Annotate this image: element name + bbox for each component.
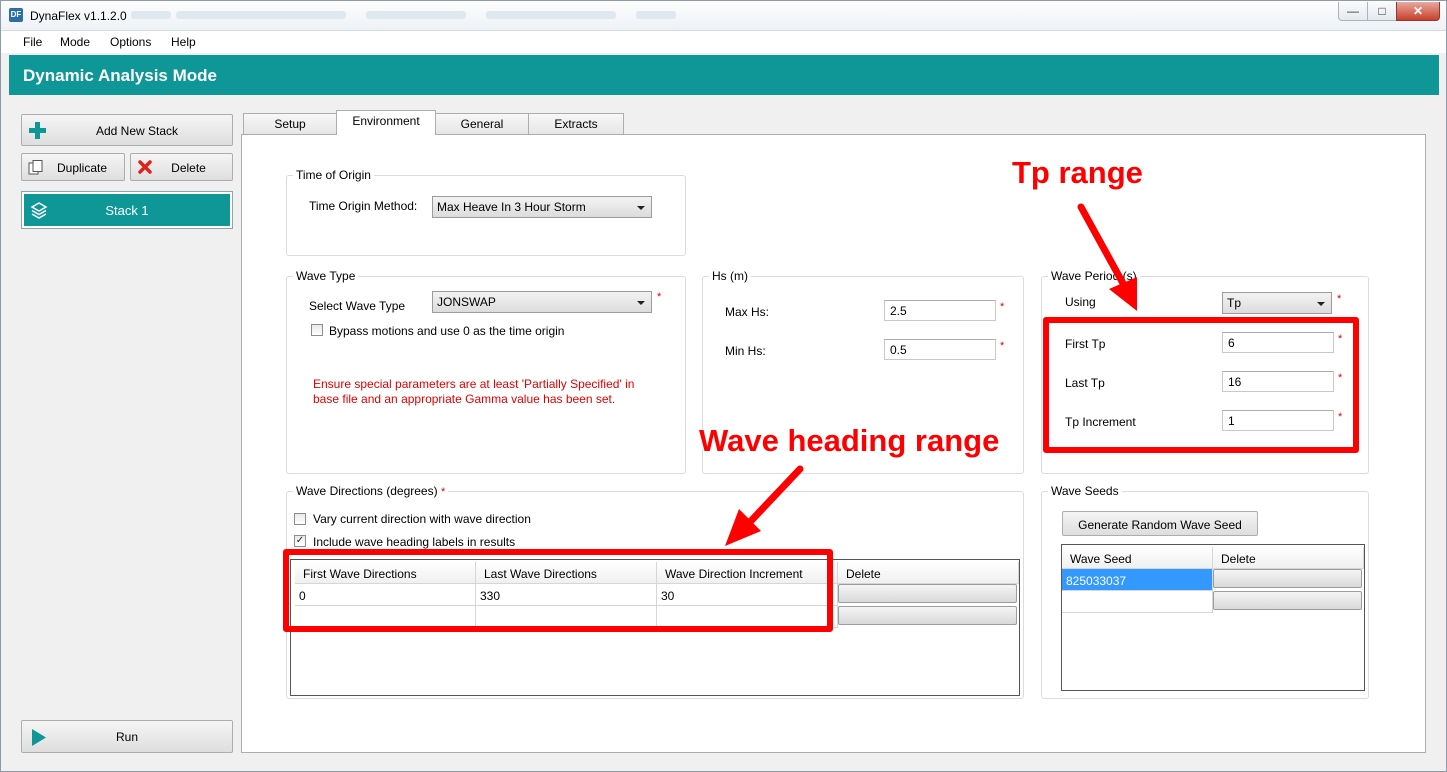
required-mark: * [657,291,662,303]
dropdown-arrow-icon [637,301,645,305]
using-label: Using [1065,295,1096,309]
wave-directions-title: Wave Directions (degrees) * [293,484,449,498]
required-mark: * [1000,301,1005,313]
minimize-icon: — [1347,4,1359,18]
required-mark: * [1000,340,1005,352]
delete-seed-button[interactable] [1213,591,1362,610]
dropdown-arrow-icon [1317,302,1325,306]
checkbox-check-icon: ✓ [295,535,305,546]
wave-seeds-title: Wave Seeds [1048,484,1122,498]
tab-environment[interactable]: Environment [336,110,436,135]
menu-help[interactable]: Help [171,35,196,49]
max-hs-input[interactable]: 2.5 [884,300,996,321]
stack-item-stack-1[interactable]: Stack 1 [24,194,230,226]
background-title-ghost [131,11,171,19]
close-icon: ✕ [1412,4,1424,18]
stack-item-label: Stack 1 [105,203,149,218]
hs-title: Hs (m) [709,269,751,283]
time-origin-method-label: Time Origin Method: [309,199,418,213]
add-new-stack-button[interactable]: Add New Stack [21,114,233,146]
wave-heading-highlight-box [283,549,833,632]
run-button[interactable]: Run [21,720,233,753]
bypass-motions-checkbox[interactable] [311,324,323,336]
select-wave-type-label: Select Wave Type [309,299,406,313]
duplicate-label: Duplicate [56,161,108,175]
vary-current-direction-label: Vary current direction with wave directi… [313,512,531,526]
include-heading-labels-label: Include wave heading labels in results [313,535,516,549]
column-header: Wave Seed [1062,547,1213,569]
wave-type-value: JONSWAP [437,295,496,309]
required-mark: * [440,486,446,498]
menu-options[interactable]: Options [110,35,151,49]
add-new-stack-label: Add New Stack [95,124,179,138]
bypass-motions-label: Bypass motions and use 0 as the time ori… [329,324,565,338]
maximize-icon: □ [1378,4,1386,18]
wave-seeds-group: Wave Seeds Generate Random Wave Seed Wav… [1041,484,1369,699]
tp-range-annotation: Tp range [1012,155,1143,190]
delete-stack-button[interactable]: Delete [130,153,233,181]
using-value: Tp [1227,296,1242,310]
window-title: DynaFlex v1.1.2.0 [30,9,127,23]
delete-seed-button[interactable] [1213,569,1362,588]
wave-type-title: Wave Type [293,269,359,283]
background-title-ghost [486,11,616,19]
delete-stack-label: Delete [171,161,206,175]
run-label: Run [115,730,138,744]
time-of-origin-title: Time of Origin [293,168,374,182]
mode-title: Dynamic Analysis Mode [23,66,217,85]
min-hs-label: Min Hs: [725,344,766,358]
warning-line-1: Ensure special parameters are at least '… [313,377,635,391]
wave-seed-cell[interactable]: 825033037 [1062,569,1213,591]
wave-type-group: Wave Type Select Wave Type JONSWAP * Byp… [286,269,686,474]
column-header: Delete [838,562,1019,584]
tab-general[interactable]: General [435,113,529,135]
delete-row-button[interactable] [838,606,1017,625]
tab-extracts[interactable]: Extracts [528,113,624,135]
background-title-ghost [636,11,676,19]
generate-random-wave-seed-button[interactable]: Generate Random Wave Seed [1062,511,1258,536]
title-bar: DF DynaFlex v1.1.2.0 — □ ✕ [1,1,1446,31]
tab-setup[interactable]: Setup [243,113,337,135]
background-title-ghost [176,11,346,19]
using-select[interactable]: Tp [1222,292,1332,314]
column-header: Delete [1213,547,1364,569]
wave-directions-title-text: Wave Directions (degrees) [296,484,438,498]
max-hs-label: Max Hs: [725,305,770,319]
include-heading-labels-checkbox[interactable]: ✓ [294,535,306,547]
menu-mode[interactable]: Mode [60,35,90,49]
dropdown-arrow-icon [637,206,645,210]
close-button[interactable]: ✕ [1396,2,1440,21]
required-mark: * [1337,293,1342,305]
background-title-ghost [366,11,466,19]
wave-heading-range-annotation: Wave heading range [699,423,1000,458]
menu-bar: File Mode Options Help [1,31,1446,53]
wave-period-title: Wave Period (s) [1048,269,1140,283]
warning-line-2: base file and an appropriate Gamma value… [313,392,616,406]
stack-list: Stack 1 [21,191,233,229]
app-window: DF DynaFlex v1.1.2.0 — □ ✕ File Mode Opt… [0,0,1447,772]
delete-row-button[interactable] [838,584,1017,603]
wave-seed-cell[interactable] [1062,591,1213,613]
mode-header: Dynamic Analysis Mode [9,55,1439,95]
app-icon: DF [9,8,23,22]
time-origin-method-select[interactable]: Max Heave In 3 Hour Storm [432,196,652,218]
wave-seeds-grid: Wave Seed Delete 825033037 [1061,544,1365,691]
time-of-origin-group: Time of Origin Time Origin Method: Max H… [286,168,686,256]
maximize-button[interactable]: □ [1367,2,1397,21]
tp-range-highlight-box [1043,317,1359,453]
vary-current-direction-checkbox[interactable] [294,513,306,525]
menu-file[interactable]: File [23,35,42,49]
minimize-button[interactable]: — [1338,2,1368,21]
generate-random-wave-seed-label: Generate Random Wave Seed [1078,518,1242,532]
duplicate-button[interactable]: Duplicate [21,153,125,181]
wave-type-select[interactable]: JONSWAP [432,291,652,313]
time-origin-method-value: Max Heave In 3 Hour Storm [437,200,586,214]
min-hs-input[interactable]: 0.5 [884,339,996,360]
